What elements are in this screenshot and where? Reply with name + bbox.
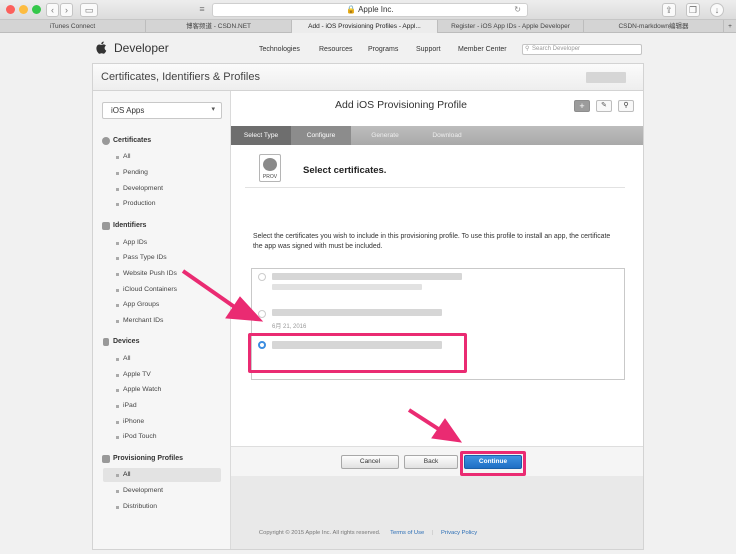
terms-link[interactable]: Terms of Use bbox=[390, 530, 424, 536]
privacy-link[interactable]: Privacy Policy bbox=[441, 530, 477, 536]
address-bar[interactable]: 🔒 Apple Inc. ↻ bbox=[212, 3, 528, 17]
tabs-overview-icon[interactable]: ❐ bbox=[686, 3, 700, 17]
reload-icon[interactable]: ↻ bbox=[514, 4, 521, 16]
zoom-window-button[interactable] bbox=[32, 5, 41, 14]
tab-register-app-ids[interactable]: Register - iOS App IDs - Apple Developer bbox=[438, 20, 584, 33]
tab-strip: iTunes Connect 博客频道 - CSDN.NET Add - iOS… bbox=[0, 20, 736, 33]
new-tab-icon[interactable]: + bbox=[724, 20, 736, 33]
arrow-head-certificate bbox=[225, 296, 264, 322]
downloads-icon[interactable]: ↓ bbox=[710, 3, 724, 17]
browser-toolbar: ‹ › ▭ ≡ 🔒 Apple Inc. ↻ ⇪ ❐ ↓ bbox=[0, 0, 736, 20]
share-icon[interactable]: ⇪ bbox=[662, 3, 676, 17]
sidebar-toggle-icon[interactable]: ▭ bbox=[80, 3, 98, 17]
url-text: Apple Inc. bbox=[358, 5, 394, 14]
footer-separator: | bbox=[431, 530, 434, 536]
arrow-to-continue bbox=[407, 408, 442, 432]
page-footer: Copyright © 2015 Apple Inc. All rights r… bbox=[0, 530, 736, 536]
page: Developer Technologies Resources Program… bbox=[0, 33, 736, 554]
forward-nav-icon[interactable]: › bbox=[60, 3, 73, 17]
lock-icon: 🔒 bbox=[346, 5, 357, 14]
arrow-to-certificate bbox=[181, 269, 238, 310]
back-nav-icon[interactable]: ‹ bbox=[46, 3, 59, 17]
minimize-window-button[interactable] bbox=[19, 5, 28, 14]
close-window-button[interactable] bbox=[6, 5, 15, 14]
tab-itunes-connect[interactable]: iTunes Connect bbox=[0, 20, 146, 33]
reader-icon[interactable]: ≡ bbox=[196, 3, 208, 17]
arrow-head-continue bbox=[431, 418, 463, 443]
copyright-text: Copyright © 2015 Apple Inc. All rights r… bbox=[258, 530, 381, 536]
tab-add-provisioning[interactable]: Add - iOS Provisioning Profiles - Appl..… bbox=[292, 20, 438, 33]
tab-csdn-markdown[interactable]: CSDN-markdown编辑器 bbox=[584, 20, 724, 33]
tab-csdn[interactable]: 博客频道 - CSDN.NET bbox=[146, 20, 292, 33]
annotation-arrows bbox=[181, 269, 463, 443]
